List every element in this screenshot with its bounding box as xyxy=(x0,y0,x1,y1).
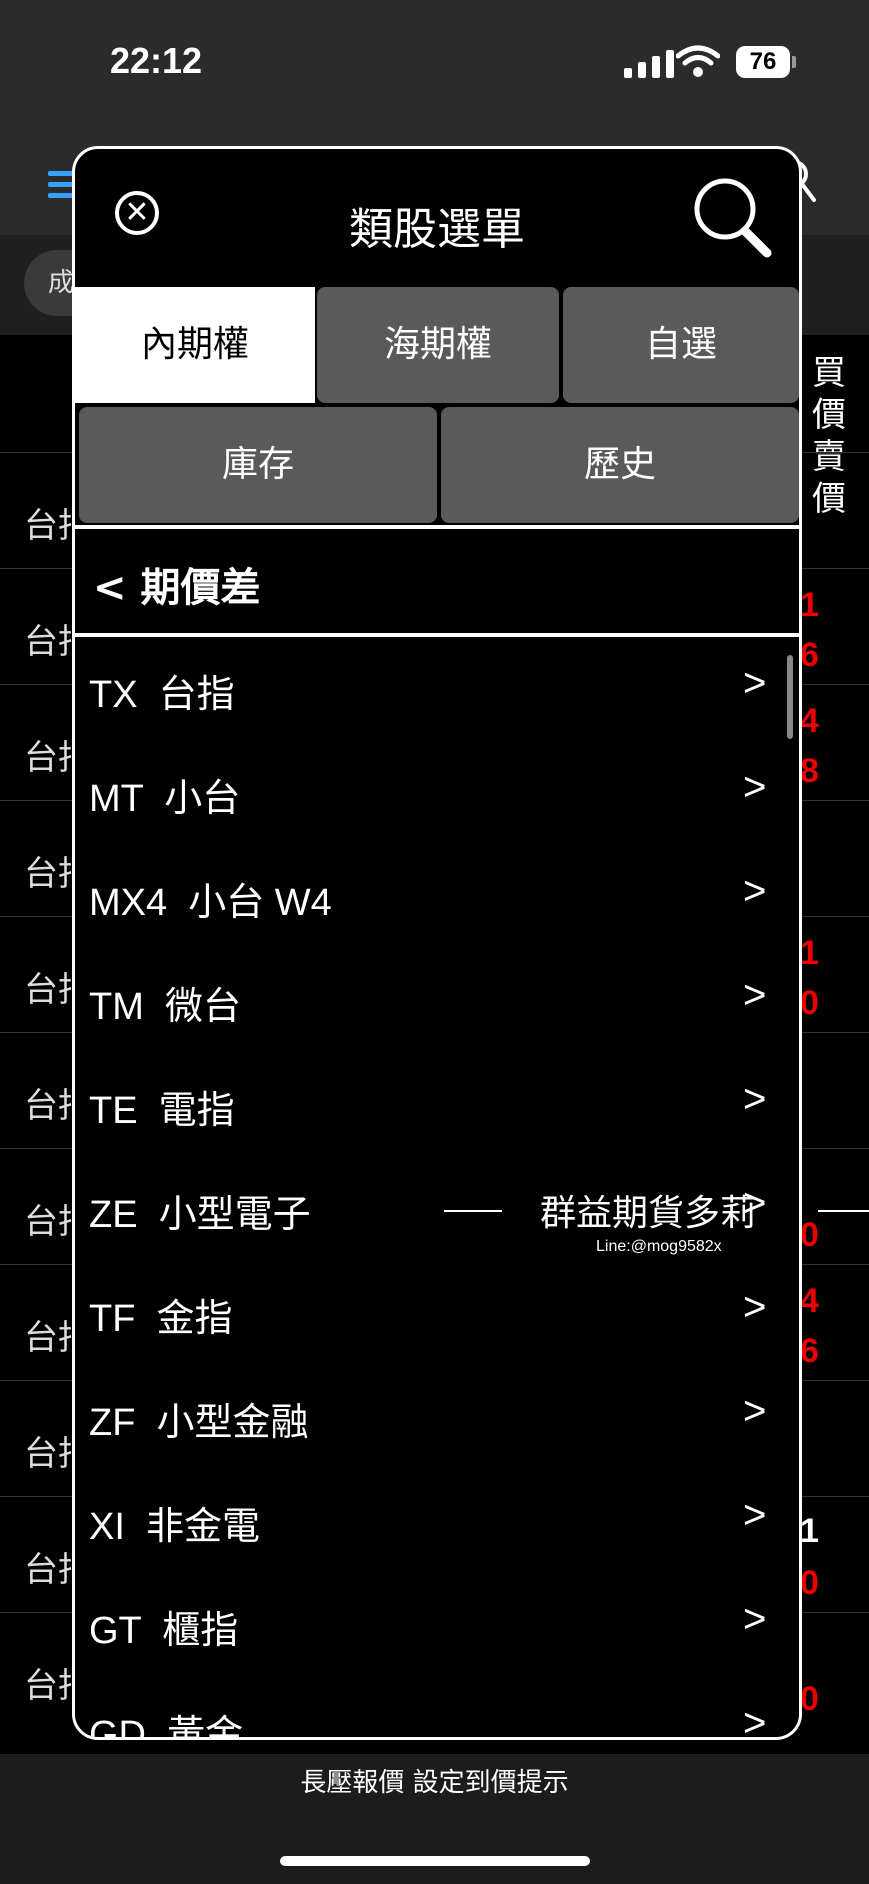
watermark-line-right xyxy=(818,1210,869,1212)
tab-watchlist[interactable]: 自選 xyxy=(563,287,799,403)
price-value: 0 xyxy=(800,1564,819,1602)
list-item[interactable]: MX4 小台 W4 > xyxy=(75,847,799,951)
wifi-icon xyxy=(675,44,721,82)
tab-overseas-futures[interactable]: 海期權 xyxy=(317,287,559,403)
chevron-right-icon: > xyxy=(743,869,767,913)
list-item[interactable]: GD 黃金 > xyxy=(75,1679,799,1739)
section-header[interactable]: < 期價差 xyxy=(75,525,799,637)
item-label: TE 電指 xyxy=(89,1090,235,1132)
chevron-right-icon: > xyxy=(743,1597,767,1641)
item-label: MT 小台 xyxy=(89,778,241,820)
chevron-right-icon: > xyxy=(743,1077,767,1121)
list-item[interactable]: TM 微台 > xyxy=(75,951,799,1055)
chevron-right-icon: > xyxy=(743,1701,767,1739)
tab-inventory[interactable]: 庫存 xyxy=(79,407,437,523)
price-value: 1 xyxy=(800,934,819,972)
watermark-subtext: Line:@mog9582x xyxy=(596,1238,722,1255)
chevron-right-icon: > xyxy=(743,1285,767,1329)
item-label: ZF 小型金融 xyxy=(89,1402,309,1444)
home-indicator[interactable] xyxy=(280,1856,590,1866)
tab-domestic-futures[interactable]: 內期權 xyxy=(75,287,315,403)
chevron-right-icon: > xyxy=(743,973,767,1017)
list-item[interactable]: XI 非金電 > xyxy=(75,1471,799,1575)
price-value: 4 xyxy=(800,702,819,740)
list-item[interactable]: TF 金指 > xyxy=(75,1263,799,1367)
search-icon[interactable] xyxy=(689,175,779,261)
price-value: 6 xyxy=(800,636,819,674)
tab-history[interactable]: 歷史 xyxy=(441,407,799,523)
price-value: 0 xyxy=(800,984,819,1022)
item-label: TX 台指 xyxy=(89,674,235,716)
item-label: TF 金指 xyxy=(89,1298,233,1340)
item-label: GD 黃金 xyxy=(89,1714,244,1739)
back-section-title[interactable]: < 期價差 xyxy=(93,555,260,613)
chevron-right-icon: > xyxy=(743,661,767,705)
chevron-right-icon: > xyxy=(743,765,767,809)
price-value: 1 xyxy=(800,1512,819,1550)
category-menu-modal: ✕ 類股選單 內期權 海期權 自選 庫存 歷史 < 期價差 TX 台指 > MT… xyxy=(72,146,802,1740)
bottom-hint-text: 長壓報價 設定到價提示 xyxy=(300,1768,569,1798)
price-value: 6 xyxy=(800,1332,819,1370)
item-label: ZE 小型電子 xyxy=(89,1194,311,1236)
list-item[interactable]: TE 電指 > xyxy=(75,1055,799,1159)
price-value: 0 xyxy=(800,1680,819,1718)
chevron-right-icon: > xyxy=(743,1389,767,1433)
list-item[interactable]: GT 櫃指 > xyxy=(75,1575,799,1679)
battery-tip xyxy=(792,56,796,68)
list-item[interactable]: MT 小台 > xyxy=(75,743,799,847)
list-item[interactable]: ZF 小型金融 > xyxy=(75,1367,799,1471)
price-value: 1 xyxy=(800,586,819,624)
watermark-line-left xyxy=(444,1210,502,1212)
list-item[interactable]: TX 台指 > xyxy=(75,639,799,743)
signal-icon xyxy=(624,50,674,78)
battery-icon: 76 xyxy=(736,46,790,78)
watermark-text: 群益期貨多莉 xyxy=(540,1193,757,1234)
item-label: TM 微台 xyxy=(89,986,241,1028)
item-label: XI 非金電 xyxy=(89,1506,261,1548)
price-value: 0 xyxy=(800,1216,819,1254)
price-value: 8 xyxy=(800,752,819,790)
chevron-right-icon: > xyxy=(743,1493,767,1537)
status-time: 22:12 xyxy=(110,40,203,81)
item-label: MX4 小台 W4 xyxy=(89,882,332,924)
item-label: GT 櫃指 xyxy=(89,1610,239,1652)
list-scrollbar[interactable] xyxy=(787,655,793,739)
price-value: 4 xyxy=(800,1282,819,1320)
